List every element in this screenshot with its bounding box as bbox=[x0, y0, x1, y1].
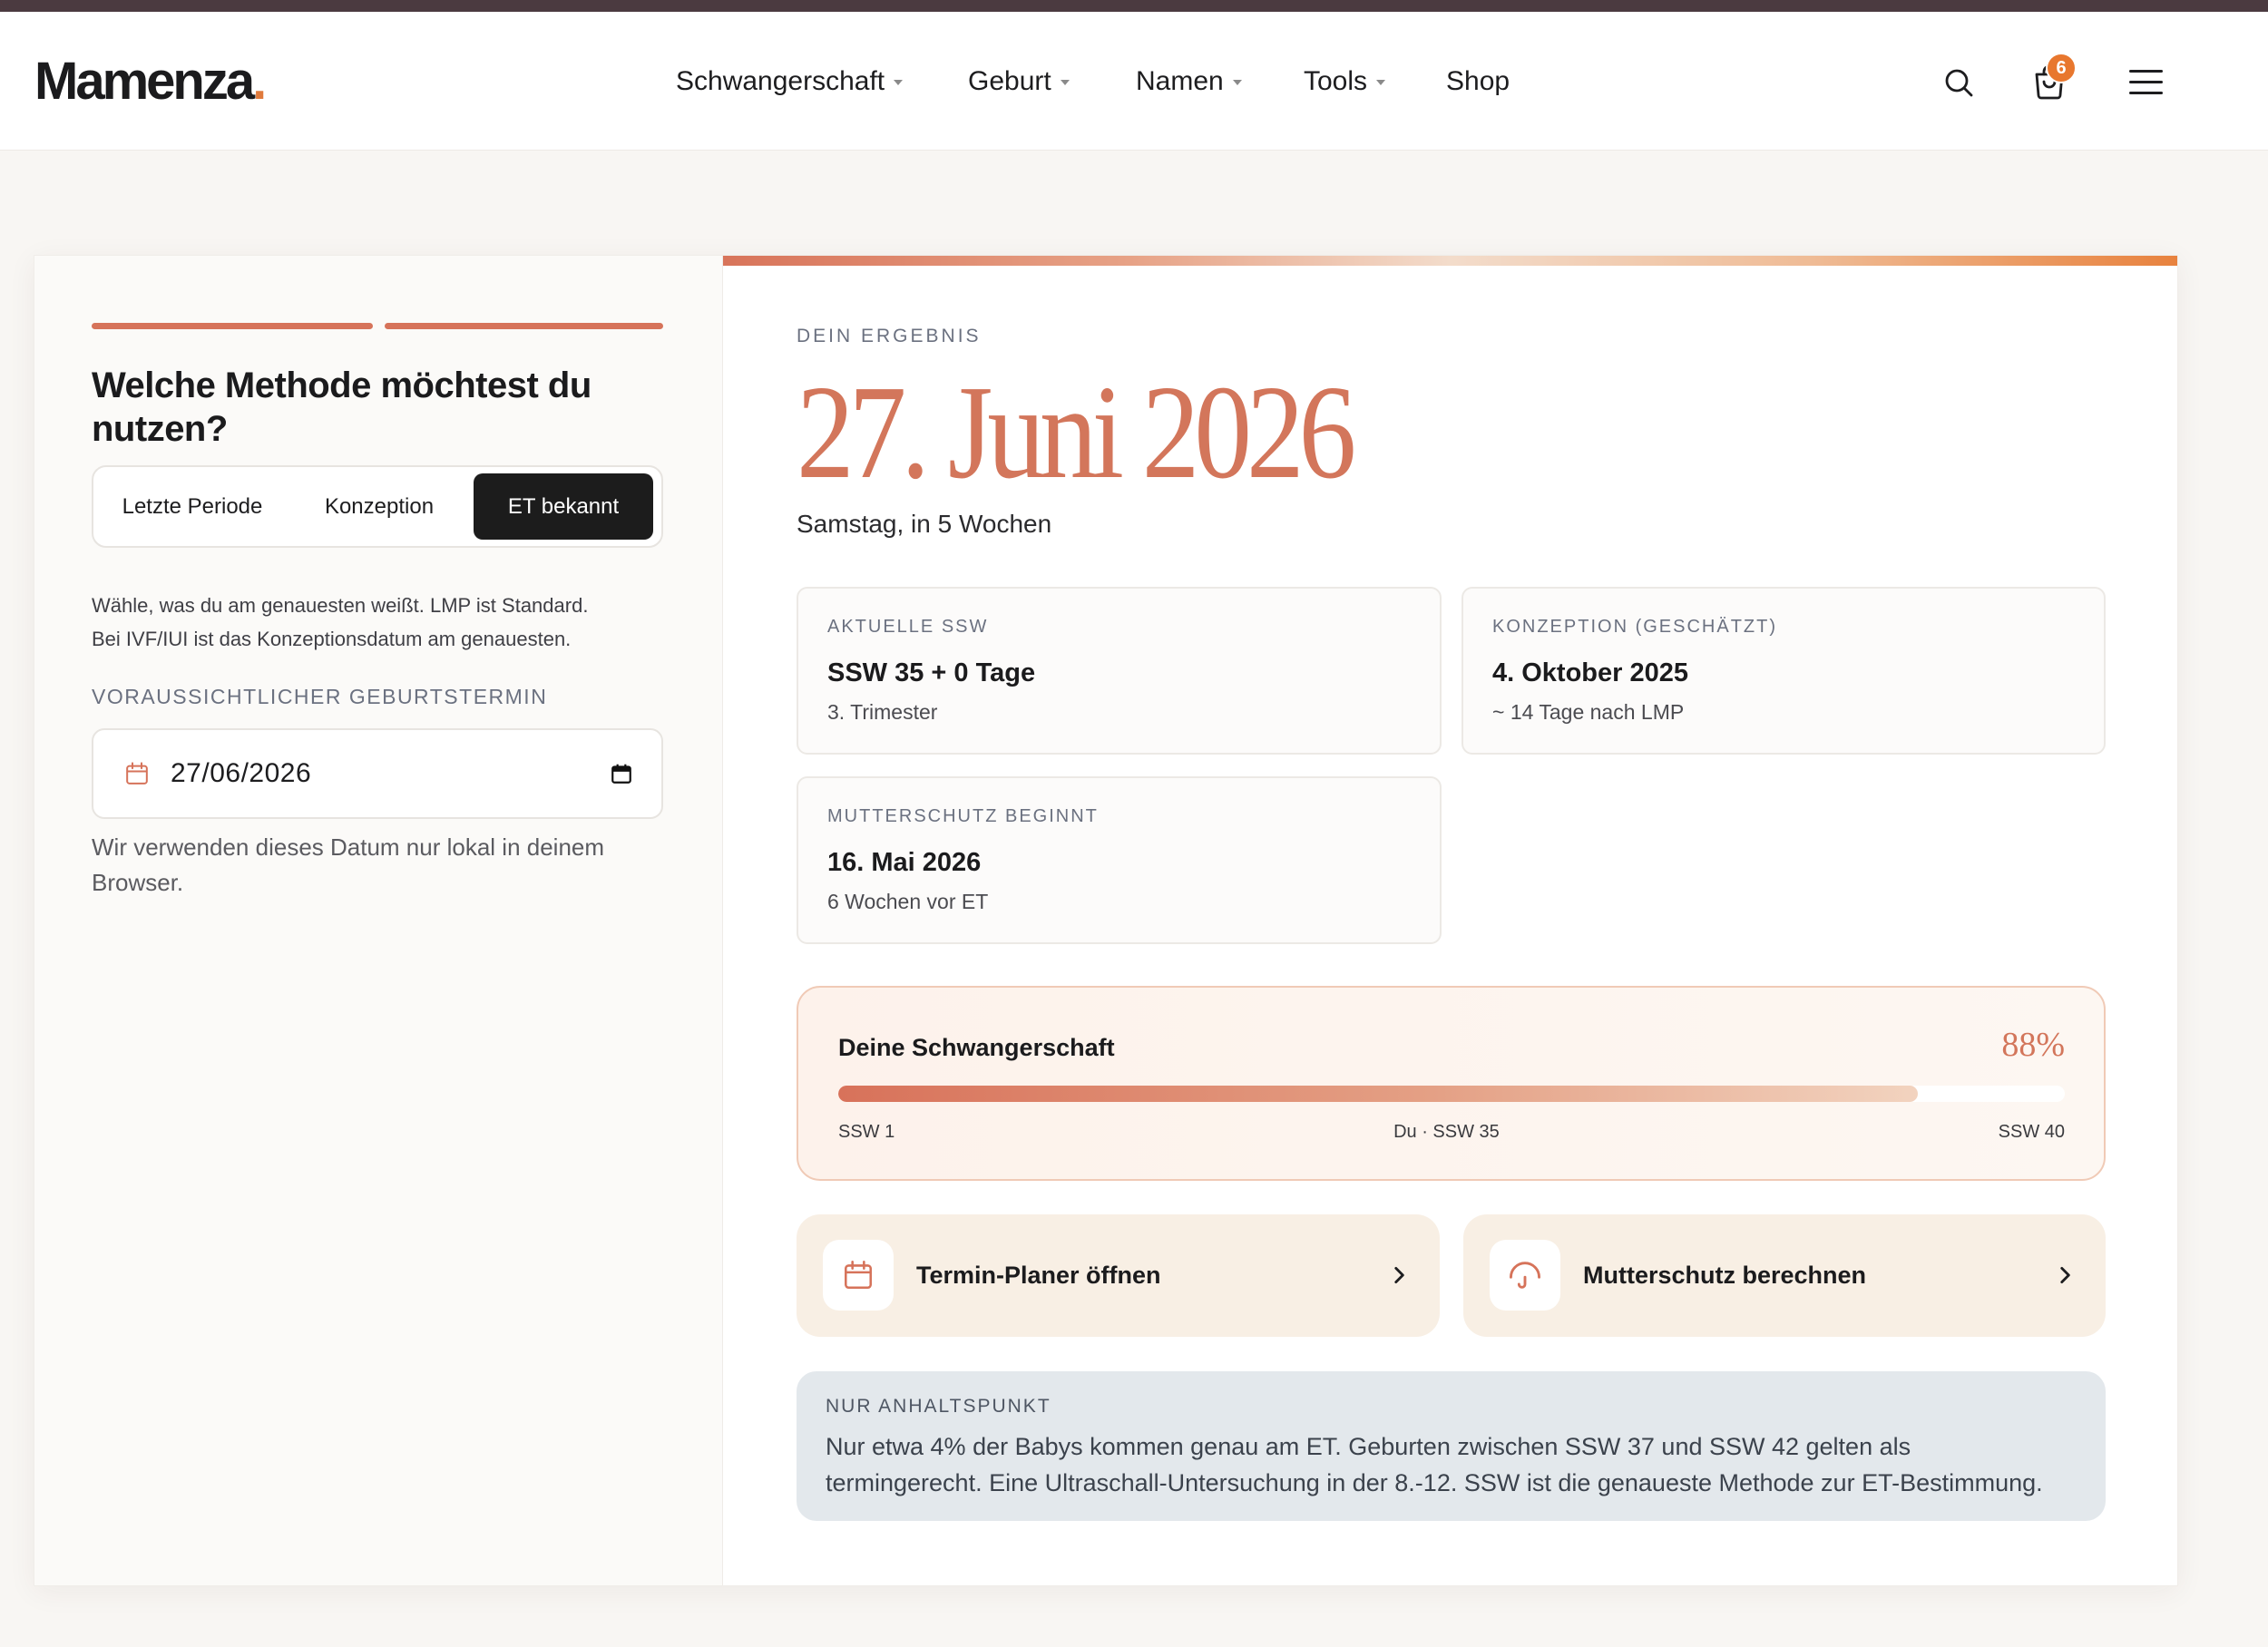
hamburger-menu-icon bbox=[2129, 81, 2163, 83]
search-icon bbox=[1945, 69, 1973, 97]
site-header: Mamenza. Schwangerschaft Geburt Namen To… bbox=[0, 12, 2268, 151]
chevron-right-icon bbox=[2060, 1267, 2070, 1283]
privacy-note: Wir verwenden dieses Datum nur lokal in … bbox=[92, 833, 605, 896]
guidance-note-text: Nur etwa 4% der Babys kommen genau am ET… bbox=[826, 1428, 2043, 1501]
nav-item-geburt[interactable]: Geburt bbox=[968, 12, 1070, 151]
result-eyebrow: DEIN ERGEBNIS bbox=[797, 326, 982, 346]
stat-value: 16. Mai 2026 bbox=[827, 848, 982, 877]
brand-dot: . bbox=[252, 52, 268, 111]
step-progress-bar bbox=[92, 323, 373, 329]
stat-label: KONZEPTION (GESCHÄTZT) bbox=[1492, 617, 1777, 637]
top-accent-strip bbox=[0, 0, 2268, 12]
due-date-result: 27. Juni 2026 bbox=[797, 358, 1356, 507]
method-segmented-control: Letzte Periode Konzeption ET bekannt bbox=[92, 465, 663, 548]
nav-label: Shop bbox=[1446, 65, 1510, 96]
brand-name: Mamenza bbox=[34, 52, 255, 111]
nav-label: Schwangerschaft bbox=[676, 65, 885, 96]
progress-markers: SSW 1 Du · SSW 35 SSW 40 bbox=[838, 1121, 2065, 1143]
nav-item-shop[interactable]: Shop bbox=[1446, 12, 1510, 151]
progress-current-label: Du · SSW 35 bbox=[1393, 1122, 1500, 1142]
progress-start-label: SSW 1 bbox=[838, 1122, 895, 1142]
hamburger-menu-icon bbox=[2129, 70, 2163, 73]
hamburger-menu-icon bbox=[2129, 92, 2163, 94]
progress-track bbox=[838, 1086, 2065, 1102]
chevron-down-icon bbox=[1376, 80, 1386, 85]
stat-sub: 6 Wochen vor ET bbox=[827, 890, 989, 913]
chevron-down-icon bbox=[894, 80, 904, 85]
method-hint-line: Wähle, was du am genauesten weißt. LMP i… bbox=[92, 594, 589, 617]
search-button[interactable] bbox=[1943, 67, 1974, 98]
chevron-right-icon bbox=[1394, 1267, 1404, 1283]
nav-label: Geburt bbox=[968, 65, 1051, 96]
brand-logo[interactable]: Mamenza. bbox=[34, 12, 267, 151]
menu-button[interactable] bbox=[2129, 70, 2163, 94]
step-progress-bar bbox=[385, 323, 663, 329]
method-option-konzeption[interactable]: Konzeption bbox=[285, 473, 474, 540]
guidance-note-line: Nur etwa 4% der Babys kommen genau am ET… bbox=[826, 1433, 1911, 1460]
chevron-down-icon bbox=[1232, 80, 1242, 85]
method-hint: Wähle, was du am genauesten weißt. LMP i… bbox=[92, 589, 672, 656]
due-date-input[interactable]: 27/06/2026 bbox=[92, 728, 663, 819]
guidance-note-line: termingerecht. Eine Ultraschall-Untersuc… bbox=[826, 1469, 2043, 1496]
stat-value: 4. Oktober 2025 bbox=[1492, 658, 1688, 687]
nav-item-namen[interactable]: Namen bbox=[1136, 12, 1242, 151]
progress-title: Deine Schwangerschaft bbox=[838, 1034, 1115, 1061]
due-date-value: 27/06/2026 bbox=[171, 758, 312, 788]
stat-label: MUTTERSCHUTZ BEGINNT bbox=[827, 806, 1099, 826]
action-icon-box bbox=[1490, 1240, 1560, 1311]
stat-card-conception: KONZEPTION (GESCHÄTZT) 4. Oktober 2025 ~… bbox=[1461, 587, 2106, 755]
progress-percent: 88% bbox=[2001, 1026, 2065, 1064]
progress-fill bbox=[838, 1086, 1918, 1102]
action-icon-box bbox=[823, 1240, 894, 1311]
stat-label: AKTUELLE SSW bbox=[827, 617, 989, 637]
stat-sub: 3. Trimester bbox=[827, 700, 938, 724]
result-accent-bar bbox=[723, 256, 2177, 266]
calendar-icon bbox=[126, 762, 148, 785]
cart-count-badge: 6 bbox=[2046, 53, 2077, 83]
nav-item-schwangerschaft[interactable]: Schwangerschaft bbox=[676, 12, 904, 151]
method-question: Welche Methode möchtest du nutzen? bbox=[92, 365, 591, 449]
method-option-letzte-periode[interactable]: Letzte Periode bbox=[100, 473, 285, 540]
method-option-et-bekannt[interactable]: ET bekannt bbox=[474, 473, 653, 540]
umbrella-icon bbox=[1510, 1262, 1540, 1289]
stat-value: SSW 35 + 0 Tage bbox=[827, 658, 1036, 687]
stat-card-maternity-leave: MUTTERSCHUTZ BEGINNT 16. Mai 2026 6 Woch… bbox=[797, 776, 1442, 944]
stat-sub: ~ 14 Tage nach LMP bbox=[1492, 700, 1685, 724]
due-date-label: VORAUSSICHTLICHER GEBURTSTERMIN bbox=[92, 685, 548, 708]
method-hint-line: Bei IVF/IUI ist das Konzeptionsdatum am … bbox=[92, 628, 572, 650]
due-date-calculator-card: Welche Methode möchtest du nutzen? Letzt… bbox=[34, 255, 2178, 1586]
action-label: Mutterschutz berechnen bbox=[1583, 1262, 1867, 1289]
nav-item-tools[interactable]: Tools bbox=[1304, 12, 1386, 151]
guidance-note: NUR ANHALTSPUNKT Nur etwa 4% der Babys k… bbox=[797, 1371, 2106, 1521]
calculate-maternity-leave-button[interactable]: Mutterschutz berechnen bbox=[1463, 1214, 2106, 1337]
guidance-note-label: NUR ANHALTSPUNKT bbox=[826, 1396, 1051, 1417]
open-appointment-planner-button[interactable]: Termin-Planer öffnen bbox=[797, 1214, 1440, 1337]
progress-end-label: SSW 40 bbox=[1998, 1122, 2065, 1142]
chevron-down-icon bbox=[1060, 80, 1070, 85]
calendar-icon bbox=[845, 1260, 872, 1289]
input-panel: Welche Methode möchtest du nutzen? Letzt… bbox=[34, 256, 723, 1585]
stat-card-current-week: AKTUELLE SSW SSW 35 + 0 Tage 3. Trimeste… bbox=[797, 587, 1442, 755]
action-label: Termin-Planer öffnen bbox=[916, 1262, 1161, 1289]
result-panel: DEIN ERGEBNIS 27. Juni 2026 Samstag, in … bbox=[723, 256, 2177, 1585]
nav-label: Tools bbox=[1304, 65, 1368, 96]
nav-label: Namen bbox=[1136, 65, 1224, 96]
calendar-picker-icon[interactable] bbox=[610, 762, 633, 785]
pregnancy-progress-card: Deine Schwangerschaft 88% SSW 1 Du · SSW… bbox=[797, 986, 2106, 1181]
due-date-weekday: Samstag, in 5 Wochen bbox=[797, 510, 1052, 538]
